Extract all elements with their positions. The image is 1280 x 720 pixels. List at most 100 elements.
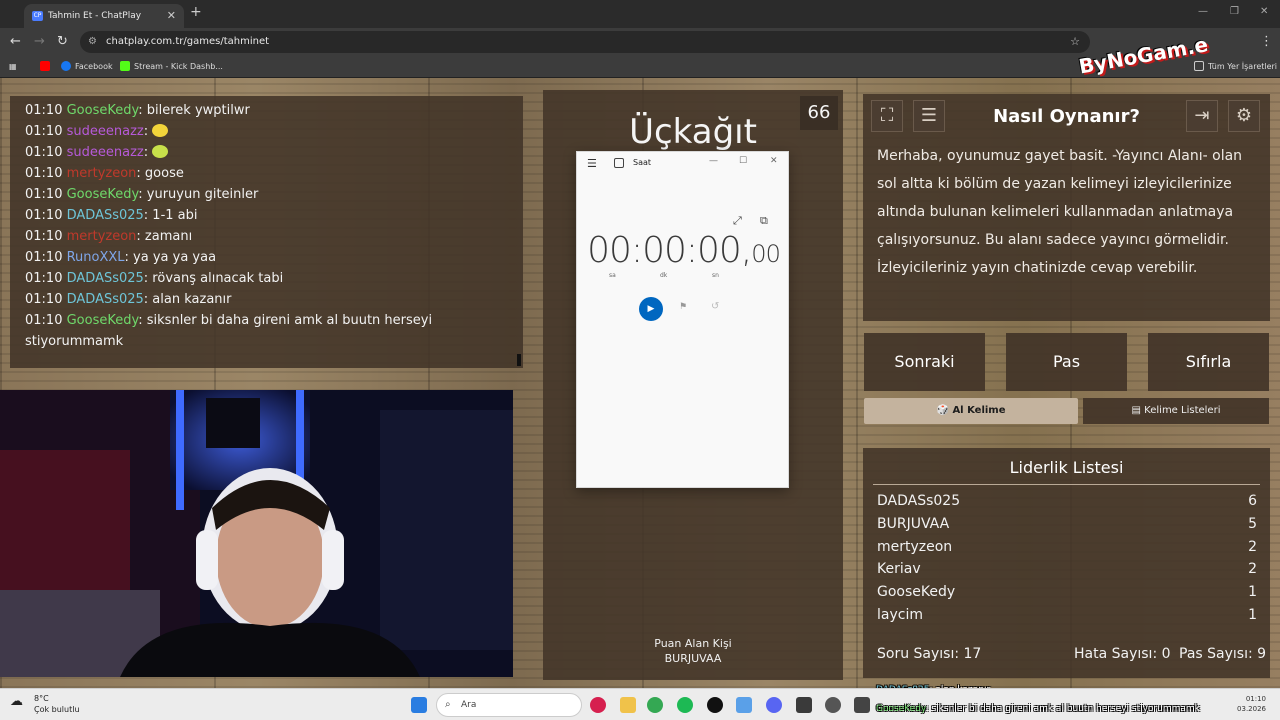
- chat-message: :: [143, 145, 153, 160]
- app-icon[interactable]: [825, 697, 841, 713]
- taskbar-search[interactable]: ⌕ Ara: [436, 693, 582, 717]
- chat-time: 01:10: [25, 166, 63, 181]
- chat-message: : alan kazanır: [143, 292, 232, 307]
- close-window-icon[interactable]: ✕: [1260, 6, 1268, 17]
- hamburger-menu-icon[interactable]: ☰: [587, 157, 597, 170]
- chat-line: 01:10 mertyzeon: zamanı: [25, 226, 508, 247]
- settings-gear-icon[interactable]: ⚙: [1228, 100, 1260, 132]
- clock-window: ☰ Saat — ☐ ✕ ⤢ ⧉ 00:00:00,00 sa dk sn ▶ …: [576, 151, 789, 488]
- chat-time: 01:10: [25, 187, 63, 202]
- chat-user: GooseKedy: [876, 704, 926, 714]
- chat-list: 01:10 GooseKedy: bilerek ywptilwr 01:10 s…: [25, 100, 508, 310]
- maximize-icon[interactable]: ☐: [739, 156, 747, 166]
- chat-time: 01:10: [25, 103, 63, 118]
- close-tab-icon[interactable]: ✕: [167, 4, 176, 28]
- bookmark-youtube[interactable]: [40, 61, 54, 73]
- tab-label: Al Kelime: [952, 405, 1006, 416]
- player-score: 6: [1248, 493, 1257, 509]
- windows-start-icon[interactable]: [411, 697, 427, 713]
- reset-icon[interactable]: ↺: [711, 301, 719, 312]
- forward-icon[interactable]: →: [34, 34, 45, 49]
- address-bar[interactable]: ⚙ chatplay.com.tr/games/tahminet ☆: [80, 31, 1090, 53]
- player-score: 1: [1248, 607, 1257, 623]
- chat-line: 01:10 DADASs025: 1-1 abi: [25, 205, 508, 226]
- cloud-icon: ☁: [10, 694, 23, 709]
- weather-temp: 8°C: [34, 694, 49, 703]
- chat-user: sudeeenazz: [66, 145, 144, 160]
- chat-line: 01:10 GooseKedy: yuruyun giteinler: [25, 184, 508, 205]
- list-icon: ▤: [1131, 405, 1145, 416]
- chat-user: GooseKedy: [66, 103, 139, 118]
- question-count: Soru Sayısı: 17: [877, 646, 982, 662]
- chat-user: DADASs025: [66, 292, 144, 307]
- leaderboard-row: DADASs025 6: [877, 490, 1257, 512]
- site-favicon-icon: CP: [32, 11, 43, 21]
- bookmark-facebook[interactable]: Facebook: [61, 61, 113, 73]
- unit-seconds: sn: [712, 272, 719, 279]
- lap-flag-icon[interactable]: ⚑: [679, 302, 687, 312]
- pass-button[interactable]: Pas: [1006, 333, 1127, 391]
- app-icon[interactable]: [736, 697, 752, 713]
- tab-word-lists[interactable]: ▤ Kelime Listeleri: [1083, 398, 1269, 424]
- chat-user: mertyzeon: [66, 229, 137, 244]
- chat-user: GooseKedy: [66, 187, 139, 202]
- close-icon[interactable]: ✕: [770, 156, 778, 166]
- reload-icon[interactable]: ↻: [57, 34, 68, 49]
- new-tab-icon[interactable]: +: [190, 4, 202, 20]
- media-player-icon[interactable]: [590, 697, 606, 713]
- clock-taskbar-icon[interactable]: [854, 697, 870, 713]
- back-icon[interactable]: ←: [10, 34, 21, 49]
- unit-minutes: dk: [660, 272, 668, 279]
- player-name: Keriav: [877, 561, 921, 577]
- search-placeholder: Ara: [461, 700, 477, 710]
- tab-get-word[interactable]: 🎲 Al Kelime: [864, 398, 1078, 424]
- chat-time: 01:10: [25, 313, 63, 328]
- chat-time: 01:10: [25, 229, 63, 244]
- chat-message: : 1-1 abi: [143, 208, 198, 223]
- chat-scrollbar[interactable]: [517, 354, 521, 366]
- spotify-icon[interactable]: [677, 697, 693, 713]
- leaderboard-title: Liderlik Listesi: [1009, 458, 1124, 477]
- stopwatch-display: 00:00:00,00: [577, 230, 790, 271]
- compact-overlay-icon[interactable]: ⧉: [760, 214, 768, 228]
- chat-user: mertyzeon: [66, 166, 137, 181]
- timer-counter: 66: [800, 96, 838, 130]
- chat-time: 01:10: [25, 124, 63, 139]
- app-icon[interactable]: [796, 697, 812, 713]
- discord-icon[interactable]: [766, 697, 782, 713]
- exit-icon[interactable]: ⇥: [1186, 100, 1218, 132]
- search-icon: ⌕: [445, 699, 451, 710]
- leaderboard-panel: Liderlik Listesi DADASs025 6 BURJUVAA 5 me…: [863, 448, 1270, 678]
- site-info-icon[interactable]: ⚙: [88, 31, 97, 53]
- tab-label: Kelime Listeleri: [1144, 405, 1221, 416]
- next-button[interactable]: Sonraki: [864, 333, 985, 391]
- kick-icon: [120, 61, 130, 71]
- chat-user: sudeeenazz: [66, 124, 144, 139]
- maximize-icon[interactable]: ❐: [1230, 6, 1239, 17]
- scorer-name: BURJUVAA: [664, 652, 722, 665]
- chat-user: DADASs025: [66, 208, 144, 223]
- file-explorer-icon[interactable]: [620, 697, 636, 713]
- leaderboard-row: mertyzeon 2: [877, 536, 1257, 558]
- chat-line: 01:10 DADASs025: alan kazanır: [25, 289, 508, 310]
- bookmark-star-icon[interactable]: ☆: [1070, 31, 1080, 53]
- obs-icon[interactable]: [707, 697, 723, 713]
- chrome-icon[interactable]: [647, 697, 663, 713]
- minimize-icon[interactable]: —: [709, 156, 718, 166]
- reset-button[interactable]: Sıfırla: [1148, 333, 1269, 391]
- browser-tab[interactable]: CP Tahmin Et - ChatPlay ✕: [24, 4, 184, 28]
- minimize-icon[interactable]: —: [1198, 6, 1208, 17]
- current-word: Üçkağıt: [629, 112, 757, 152]
- apps-grid-icon[interactable]: ▦: [9, 61, 17, 73]
- bookmark-label: Stream - Kick Dashb...: [134, 62, 223, 71]
- stopwatch-fraction: 00: [751, 240, 781, 268]
- play-button[interactable]: ▶: [639, 297, 663, 321]
- chat-line: 01:10 DADASs025: rövanş alınacak tabi: [25, 268, 508, 289]
- chat-time: 01:10: [25, 208, 63, 223]
- chat-time: 01:10: [25, 250, 63, 265]
- player-name: BURJUVAA: [877, 516, 950, 532]
- bookmark-kick[interactable]: Stream - Kick Dashb...: [120, 61, 223, 73]
- chat-time: 01:10: [25, 292, 63, 307]
- chat-line: 01:10 mertyzeon: goose: [25, 163, 508, 184]
- expand-icon[interactable]: ⤢: [733, 214, 742, 228]
